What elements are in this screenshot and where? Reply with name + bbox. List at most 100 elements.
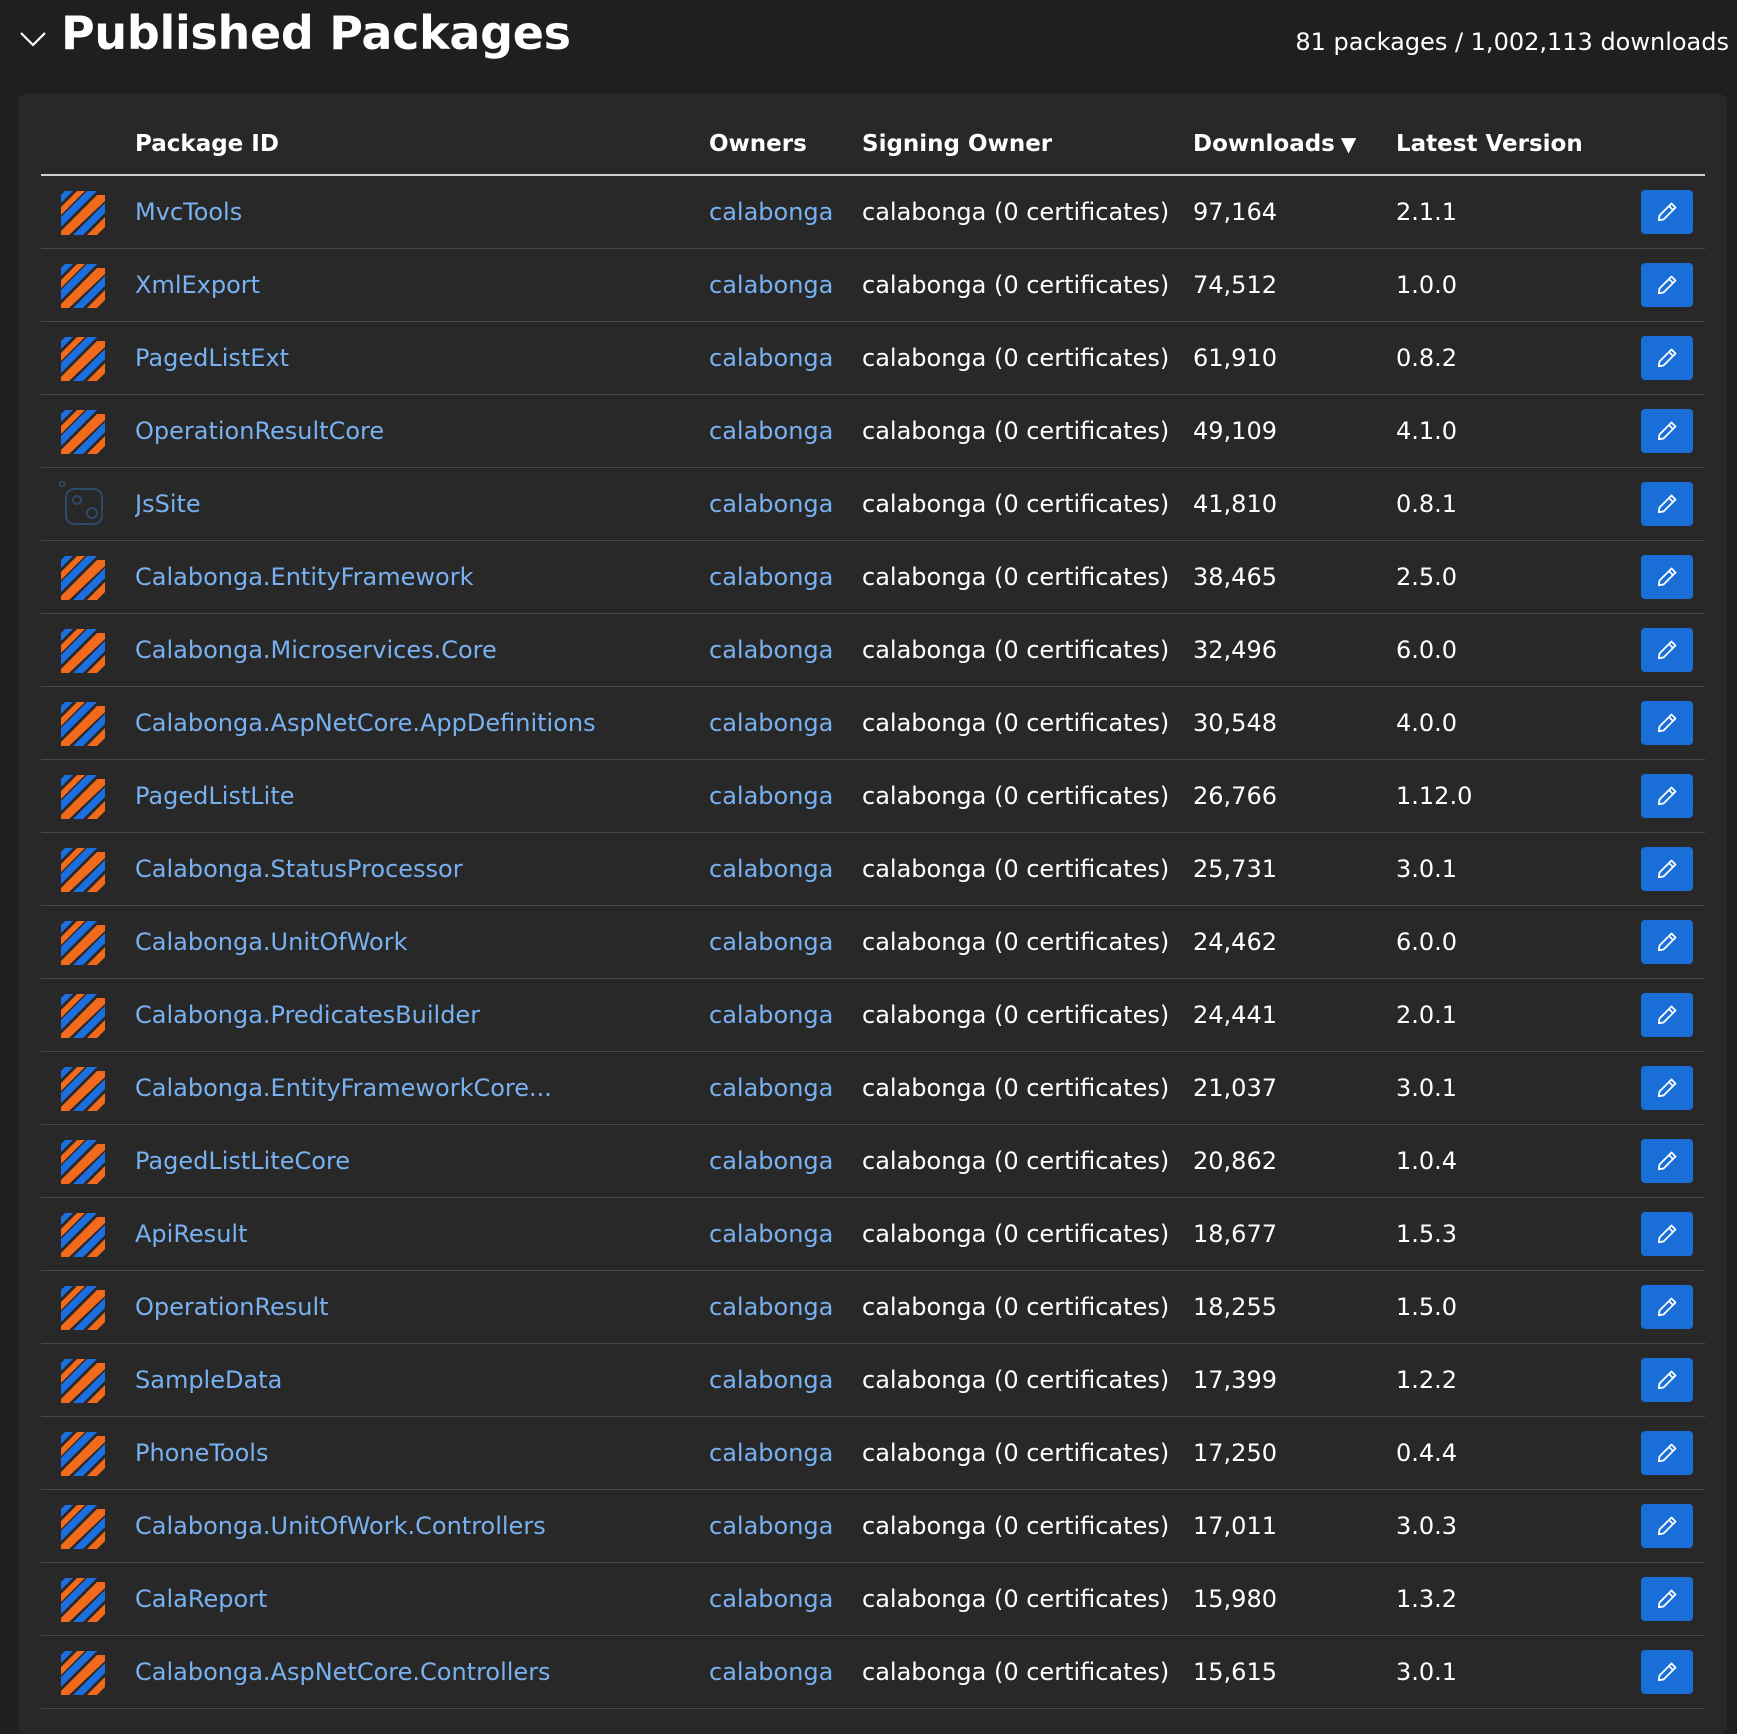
owner-link[interactable]: calabonga [709,490,833,518]
edit-button[interactable] [1641,1504,1693,1548]
edit-button[interactable] [1641,1066,1693,1110]
header-downloads[interactable]: Downloads ▼ [1193,114,1396,176]
package-id-link[interactable]: Calabonga.PredicatesBuilder [135,1001,480,1029]
edit-button[interactable] [1641,555,1693,599]
edit-button[interactable] [1641,1431,1693,1475]
package-id-link[interactable]: Calabonga.EntityFrameworkCore... [135,1074,552,1102]
owner-link[interactable]: calabonga [709,1074,833,1102]
package-id-link[interactable]: PhoneTools [135,1439,268,1467]
edit-button[interactable] [1641,774,1693,818]
owner-link[interactable]: calabonga [709,198,833,226]
striped-package-icon [61,1213,105,1257]
owner-link[interactable]: calabonga [709,271,833,299]
package-id-link[interactable]: PagedListLite [135,782,295,810]
package-id-link[interactable]: Calabonga.UnitOfWork [135,928,408,956]
owner-link[interactable]: calabonga [709,636,833,664]
downloads-value: 30,548 [1193,709,1277,737]
owner-link[interactable]: calabonga [709,709,833,737]
table-row: OperationResultCore calabonga calabonga … [41,394,1705,468]
owner-link[interactable]: calabonga [709,1512,833,1540]
package-id-link[interactable]: ApiResult [135,1220,247,1248]
owner-cell: calabonga [709,321,862,395]
table-row: OperationResult calabonga calabonga (0 c… [41,1270,1705,1344]
edit-button[interactable] [1641,628,1693,672]
edit-button[interactable] [1641,1358,1693,1402]
pencil-icon [1657,1370,1677,1390]
edit-button[interactable] [1641,190,1693,234]
owner-link[interactable]: calabonga [709,782,833,810]
latest-version-value: 2.0.1 [1396,1001,1458,1029]
package-id-cell: SampleData [135,1343,709,1417]
signing-owner-cell: calabonga (0 certificates) [862,1197,1193,1271]
package-id-link[interactable]: PagedListLiteCore [135,1147,350,1175]
package-id-link[interactable]: MvcTools [135,198,242,226]
edit-button[interactable] [1641,336,1693,380]
header-package-id[interactable]: Package ID [135,114,709,176]
package-icon-cell [41,1197,135,1271]
striped-package-icon [61,775,105,819]
package-id-cell: ApiResult [135,1197,709,1271]
owner-link[interactable]: calabonga [709,1220,833,1248]
edit-button[interactable] [1641,701,1693,745]
pencil-icon [1657,713,1677,733]
package-id-link[interactable]: XmlExport [135,271,260,299]
package-id-link[interactable]: Calabonga.StatusProcessor [135,855,463,883]
package-icon-cell [41,1562,135,1636]
owner-link[interactable]: calabonga [709,1658,833,1686]
edit-button[interactable] [1641,263,1693,307]
signing-owner-text: calabonga (0 certificates) [862,1147,1170,1175]
edit-button[interactable] [1641,1650,1693,1694]
package-id-link[interactable]: OperationResultCore [135,417,384,445]
pencil-icon [1657,1151,1677,1171]
edit-button[interactable] [1641,482,1693,526]
owner-link[interactable]: calabonga [709,563,833,591]
edit-button[interactable] [1641,1577,1693,1621]
edit-button[interactable] [1641,1139,1693,1183]
edit-button[interactable] [1641,409,1693,453]
edit-button[interactable] [1641,1212,1693,1256]
striped-package-icon [61,1505,105,1549]
package-id-link[interactable]: JsSite [135,490,201,518]
action-cell [1616,1270,1705,1344]
header-owners[interactable]: Owners [709,114,862,176]
package-id-link[interactable]: Calabonga.EntityFramework [135,563,473,591]
action-cell [1616,1124,1705,1198]
owner-link[interactable]: calabonga [709,417,833,445]
package-id-link[interactable]: Calabonga.AspNetCore.AppDefinitions [135,709,596,737]
package-id-link[interactable]: PagedListExt [135,344,289,372]
owner-link[interactable]: calabonga [709,1293,833,1321]
header-latest-version[interactable]: Latest Version [1396,114,1616,176]
striped-package-icon [61,1578,105,1622]
package-id-link[interactable]: Calabonga.AspNetCore.Controllers [135,1658,551,1686]
owner-link[interactable]: calabonga [709,1366,833,1394]
striped-package-icon [61,1359,105,1403]
package-id-link[interactable]: Calabonga.UnitOfWork.Controllers [135,1512,546,1540]
package-id-cell: PagedListLite [135,759,709,833]
table-row: XmlExport calabonga calabonga (0 certifi… [41,248,1705,322]
owner-link[interactable]: calabonga [709,928,833,956]
package-id-cell: CalaReport [135,1562,709,1636]
package-id-link[interactable]: OperationResult [135,1293,329,1321]
package-id-cell: Calabonga.UnitOfWork.Controllers [135,1489,709,1563]
owner-link[interactable]: calabonga [709,1585,833,1613]
downloads-value: 17,011 [1193,1512,1277,1540]
package-id-link[interactable]: SampleData [135,1366,282,1394]
owner-link[interactable]: calabonga [709,855,833,883]
edit-button[interactable] [1641,993,1693,1037]
table-header-row: Package ID Owners Signing Owner Download… [41,114,1705,176]
owner-link[interactable]: calabonga [709,1439,833,1467]
table-row: Calabonga.UnitOfWork.Controllers calabon… [41,1489,1705,1563]
chevron-down-icon[interactable] [18,24,48,54]
edit-button[interactable] [1641,847,1693,891]
sort-descending-icon: ▼ [1340,132,1357,156]
owner-link[interactable]: calabonga [709,1147,833,1175]
package-id-link[interactable]: Calabonga.Microservices.Core [135,636,497,664]
downloads-cell: 18,677 [1193,1197,1396,1271]
owner-link[interactable]: calabonga [709,1001,833,1029]
edit-button[interactable] [1641,1285,1693,1329]
owner-link[interactable]: calabonga [709,344,833,372]
striped-package-icon [61,337,105,381]
package-id-link[interactable]: CalaReport [135,1585,267,1613]
header-signing-owner[interactable]: Signing Owner [862,114,1193,176]
edit-button[interactable] [1641,920,1693,964]
